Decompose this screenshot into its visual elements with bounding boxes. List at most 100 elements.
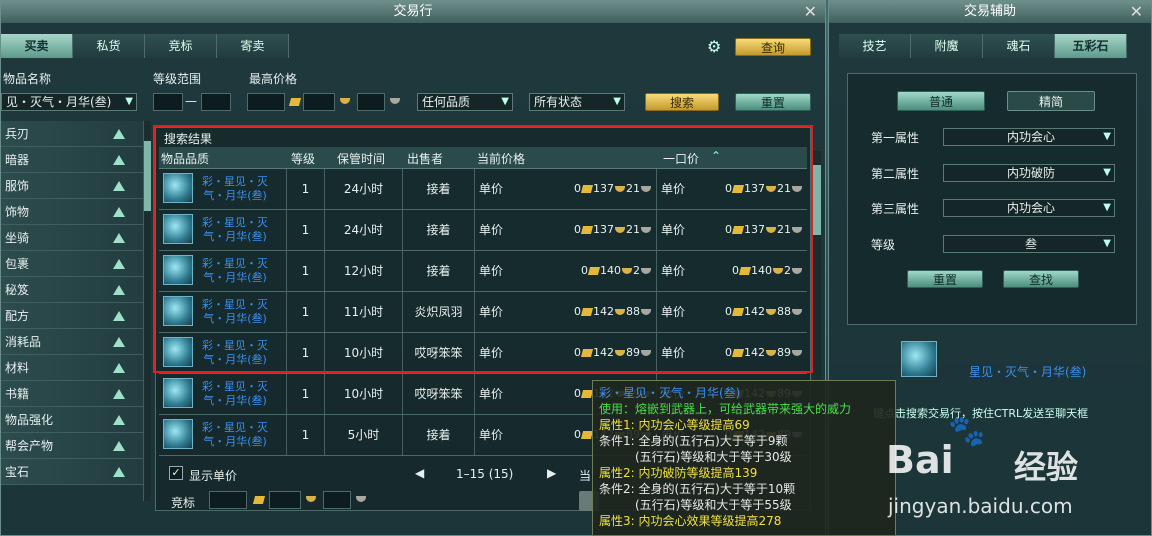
category-consumable[interactable]: 消耗品 bbox=[1, 329, 151, 355]
attr2-select[interactable]: 内功破防 ▼ bbox=[943, 164, 1115, 182]
show-unit-checkbox[interactable]: ✓ bbox=[169, 466, 183, 480]
reset-button[interactable]: 重置 bbox=[735, 93, 811, 111]
cell-level: 1 bbox=[287, 374, 325, 414]
scroll-thumb[interactable] bbox=[813, 165, 821, 235]
cell-time: 10小时 bbox=[325, 374, 403, 414]
cell-seller: 哎呀笨笨 bbox=[403, 374, 475, 414]
scroll-thumb[interactable] bbox=[144, 141, 151, 211]
expand-icon bbox=[113, 129, 125, 139]
gem-icon[interactable] bbox=[901, 341, 937, 377]
results-highlight bbox=[153, 125, 813, 373]
close-icon[interactable]: ✕ bbox=[804, 1, 817, 23]
item-tooltip: 彩・星见・灭气・月华(叁) 使用：熔嵌到武器上，可给武器带来强大的威力 属性1: … bbox=[592, 380, 896, 536]
category-scrollbar[interactable] bbox=[143, 121, 151, 501]
category-clothing[interactable]: 服饰 bbox=[1, 173, 151, 199]
bid-silver-input[interactable] bbox=[269, 491, 301, 509]
chevron-down-icon: ▼ bbox=[1103, 238, 1111, 249]
tab-craft[interactable]: 技艺 bbox=[839, 34, 911, 58]
attr1-value: 内功会心 bbox=[1006, 130, 1055, 144]
assist-find-button[interactable]: 查找 bbox=[1003, 270, 1079, 288]
assist-title: 交易辅助 bbox=[963, 4, 1016, 19]
tab-five-color-stone[interactable]: 五彩石 bbox=[1055, 34, 1127, 58]
attr3-select[interactable]: 内功会心 ▼ bbox=[943, 199, 1115, 217]
current-label: 当 bbox=[579, 469, 592, 483]
category-guild[interactable]: 帮会产物 bbox=[1, 433, 151, 459]
category-mount[interactable]: 坐骑 bbox=[1, 225, 151, 251]
attr1-select[interactable]: 内功会心 ▼ bbox=[943, 128, 1115, 146]
price-copper-input[interactable] bbox=[357, 93, 385, 111]
query-button[interactable]: 查询 bbox=[735, 38, 811, 56]
category-bag[interactable]: 包裹 bbox=[1, 251, 151, 277]
expand-icon bbox=[113, 415, 125, 425]
chevron-down-icon: ▼ bbox=[1103, 131, 1111, 142]
category-gem[interactable]: 宝石 bbox=[1, 459, 151, 485]
chevron-down-icon: ▼ bbox=[1103, 167, 1111, 178]
level-max-input[interactable] bbox=[201, 93, 231, 111]
tab-soulstone[interactable]: 魂石 bbox=[983, 34, 1055, 58]
tooltip-line: (五行石)等级和大于等于30级 bbox=[599, 450, 792, 464]
max-price-label: 最高价格 bbox=[249, 72, 298, 86]
next-page-icon[interactable]: ▶ bbox=[547, 466, 556, 480]
attr3-value: 内功会心 bbox=[1006, 201, 1055, 215]
silver-coin-icon bbox=[340, 98, 350, 104]
gear-icon[interactable]: ⚙ bbox=[707, 37, 721, 56]
tab-enchant[interactable]: 附魔 bbox=[911, 34, 983, 58]
bid-gold-input[interactable] bbox=[209, 491, 247, 509]
status-select[interactable]: 所有状态 ▼ bbox=[529, 93, 625, 111]
item-name-link[interactable]: 星见・灭气・月华(叁) bbox=[969, 363, 1086, 380]
level-min-input[interactable] bbox=[153, 93, 183, 111]
tooltip-line: 条件1: 全身的(五行石)大于等于9颗 bbox=[599, 434, 788, 448]
gold-coin-icon bbox=[252, 496, 266, 504]
level-select[interactable]: 叁 ▼ bbox=[943, 235, 1115, 253]
expand-icon bbox=[113, 259, 125, 269]
search-button[interactable]: 搜索 bbox=[645, 93, 719, 111]
baidu-watermark: 🐾 Bai 经验 jingyan.baidu.com bbox=[880, 412, 1152, 536]
category-weapon[interactable]: 兵刃 bbox=[1, 121, 151, 147]
bid-label: 竞标 bbox=[171, 496, 196, 510]
attr2-label: 第二属性 bbox=[871, 167, 920, 181]
tab-private[interactable]: 私货 bbox=[73, 34, 145, 58]
cell-quality: 彩・星见・灭气・月华(叁) bbox=[159, 374, 287, 414]
tooltip-title: 彩・星见・灭气・月华(叁) bbox=[599, 386, 741, 400]
item-name: 彩・星见・灭气・月华(叁) bbox=[202, 421, 268, 448]
price-gold-input[interactable] bbox=[247, 93, 285, 111]
bid-copper-input[interactable] bbox=[323, 491, 351, 509]
category-material[interactable]: 材料 bbox=[1, 355, 151, 381]
cell-quality: 彩・星见・灭气・月华(叁) bbox=[159, 415, 287, 455]
watermark-brand: Bai bbox=[886, 438, 954, 482]
assist-reset-button[interactable]: 重置 bbox=[907, 270, 983, 288]
item-name-select[interactable]: 见・灭气・月华(叁) ▼ bbox=[1, 93, 137, 111]
expand-icon bbox=[113, 467, 125, 477]
watermark-url: jingyan.baidu.com bbox=[888, 494, 1073, 518]
close-icon[interactable]: ✕ bbox=[1130, 1, 1143, 23]
price-silver-input[interactable] bbox=[303, 93, 335, 111]
category-manual[interactable]: 秘笈 bbox=[1, 277, 151, 303]
unit-label: 单价 bbox=[479, 387, 504, 401]
mode-simple-button[interactable]: 精简 bbox=[1007, 91, 1095, 111]
cell-level: 1 bbox=[287, 415, 325, 455]
category-accessory[interactable]: 饰物 bbox=[1, 199, 151, 225]
attr3-label: 第三属性 bbox=[871, 202, 920, 216]
mode-normal-button[interactable]: 普通 bbox=[897, 91, 985, 111]
category-hidden-weapon[interactable]: 暗器 bbox=[1, 147, 151, 173]
expand-icon bbox=[113, 337, 125, 347]
item-name: 彩・星见・灭气・月华(叁) bbox=[202, 380, 268, 407]
gem-icon bbox=[163, 419, 193, 449]
level-separator: — bbox=[185, 94, 197, 108]
expand-icon bbox=[113, 285, 125, 295]
category-list: 兵刃 暗器 服饰 饰物 坐骑 包裹 秘笈 配方 消耗品 材料 书籍 物品强化 帮… bbox=[1, 121, 153, 507]
pagination-text: 1–15 (15) bbox=[456, 467, 514, 481]
attr1-label: 第一属性 bbox=[871, 131, 920, 145]
level-value: 叁 bbox=[1024, 237, 1037, 251]
tab-buy-sell[interactable]: 买卖 bbox=[1, 34, 73, 58]
category-recipe[interactable]: 配方 bbox=[1, 303, 151, 329]
prev-page-icon[interactable]: ◀ bbox=[415, 466, 424, 480]
quality-select[interactable]: 任何品质 ▼ bbox=[417, 93, 513, 111]
category-enhance[interactable]: 物品强化 bbox=[1, 407, 151, 433]
chevron-down-icon: ▼ bbox=[125, 96, 133, 107]
tab-consign[interactable]: 寄卖 bbox=[217, 34, 289, 58]
tab-bid[interactable]: 竞标 bbox=[145, 34, 217, 58]
expand-icon bbox=[113, 207, 125, 217]
expand-icon bbox=[113, 363, 125, 373]
category-book[interactable]: 书籍 bbox=[1, 381, 151, 407]
